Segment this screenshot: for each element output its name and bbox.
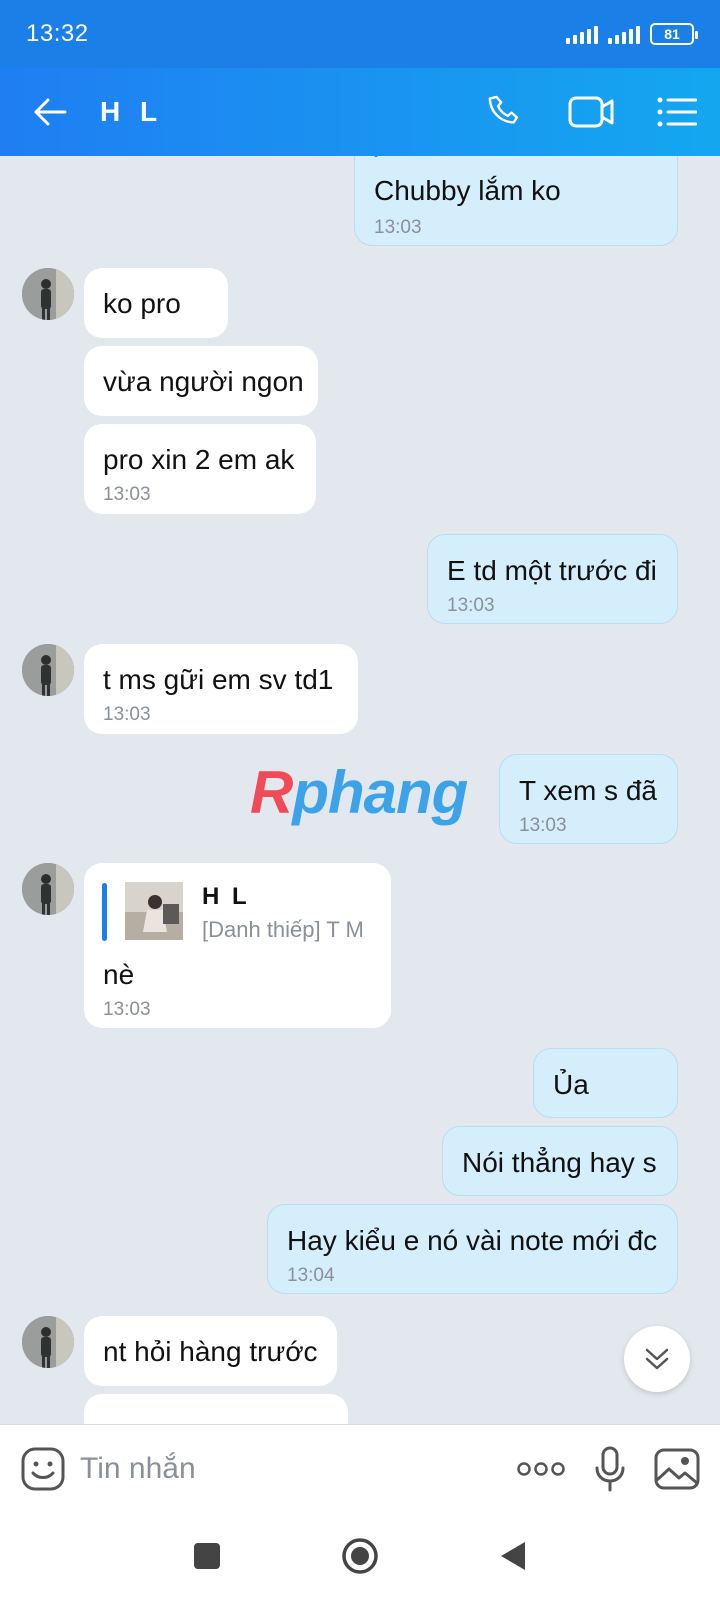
message-text: ko pro xyxy=(103,288,181,319)
double-chevron-down-icon xyxy=(645,1348,669,1370)
status-time: 13:32 xyxy=(26,20,89,47)
arrow-left-icon xyxy=(34,98,67,126)
message-bubble-received[interactable]: nt hỏi hàng trước xyxy=(84,1316,337,1386)
circle-icon xyxy=(342,1538,378,1574)
message-time: 13:03 xyxy=(103,484,151,505)
nav-back-button[interactable] xyxy=(499,1540,527,1572)
back-button[interactable] xyxy=(0,68,100,156)
message-list[interactable]: Chubby lắm ko 13:03 ko pro vừa người ngo… xyxy=(0,156,720,1424)
battery-level: 81 xyxy=(664,26,680,42)
image-picker-button[interactable] xyxy=(654,1448,700,1490)
sticker-smile-icon xyxy=(21,1447,65,1490)
home-button[interactable] xyxy=(341,1537,379,1575)
message-time: 13:03 xyxy=(447,595,495,616)
phone-icon xyxy=(488,95,519,124)
status-bar: 13:32 81 xyxy=(0,0,720,68)
chat-header: H L xyxy=(0,68,720,156)
message-bubble-sent[interactable]: E td một trước đi 13:03 xyxy=(427,534,678,624)
message-text: Hay kiểu e nó vài note mới đc xyxy=(287,1225,658,1256)
message-text: T xem s đã xyxy=(519,775,657,806)
message-bubble-sent[interactable]: T xem s đã 13:03 xyxy=(499,754,678,844)
person-photo-icon xyxy=(22,1316,74,1368)
person-photo-icon xyxy=(22,268,74,320)
quote-marker xyxy=(374,156,378,157)
quote-bar xyxy=(102,883,107,941)
message-input[interactable]: Tin nhắn xyxy=(80,1452,196,1486)
message-bubble-sent[interactable]: Ủa xyxy=(533,1048,678,1118)
video-call-button[interactable] xyxy=(548,68,634,156)
more-dots-icon xyxy=(517,1461,565,1476)
call-button[interactable] xyxy=(462,68,548,156)
card-contact-name: H L xyxy=(202,883,250,910)
message-text: Ủa xyxy=(553,1069,589,1100)
message-text: Chubby lắm ko xyxy=(374,175,561,206)
contact-avatar[interactable] xyxy=(22,863,74,915)
signal-icon xyxy=(566,24,598,44)
message-time: 13:03 xyxy=(103,999,151,1020)
voice-record-button[interactable] xyxy=(594,1446,626,1492)
signal-icon xyxy=(608,24,640,44)
message-time: 13:03 xyxy=(519,815,567,836)
message-text: Nói thẳng hay s xyxy=(462,1147,657,1178)
emoji-button[interactable] xyxy=(20,1446,66,1492)
microphone-icon xyxy=(595,1446,625,1491)
message-text: nt hỏi hàng trước xyxy=(103,1336,318,1367)
message-bubble-received[interactable]: ko pro xyxy=(84,268,228,338)
scroll-to-bottom-button[interactable] xyxy=(624,1326,690,1392)
message-text: pro xin 2 em ak xyxy=(103,444,295,475)
video-camera-icon xyxy=(568,96,614,128)
card-avatar[interactable] xyxy=(125,882,183,940)
image-icon xyxy=(654,1448,700,1489)
contact-avatar[interactable] xyxy=(22,644,74,696)
message-composer: Tin nhắn xyxy=(0,1424,720,1512)
contact-avatar[interactable] xyxy=(22,268,74,320)
battery-icon: 81 xyxy=(650,23,698,45)
profile-photo-icon xyxy=(125,882,183,940)
person-photo-icon xyxy=(22,644,74,696)
message-time: 13:04 xyxy=(287,1265,335,1286)
message-time: 13:03 xyxy=(103,704,151,725)
message-bubble-received[interactable]: pro xin 2 em ak 13:03 xyxy=(84,424,316,514)
message-bubble-received[interactable] xyxy=(84,1394,348,1424)
list-menu-icon xyxy=(657,97,697,127)
message-bubble-received[interactable]: vừa người ngon xyxy=(84,346,318,416)
message-bubble-sent[interactable]: Chubby lắm ko 13:03 xyxy=(354,156,678,246)
message-bubble-sent[interactable]: Nói thẳng hay s xyxy=(442,1126,678,1196)
contact-name[interactable]: H L xyxy=(100,96,163,128)
square-icon xyxy=(194,1543,220,1569)
message-text: nè xyxy=(103,959,135,990)
menu-button[interactable] xyxy=(634,68,720,156)
message-bubble-received[interactable]: t ms gữi em sv td1 13:03 xyxy=(84,644,358,734)
message-text: E td một trước đi xyxy=(447,555,657,586)
triangle-back-icon xyxy=(501,1542,525,1570)
message-time: 13:03 xyxy=(374,217,422,238)
message-text: t ms gữi em sv td1 xyxy=(103,664,334,695)
contact-card-message[interactable]: H L [Danh thiếp] T M nè 13:03 xyxy=(84,863,391,1028)
system-nav-bar xyxy=(0,1512,720,1600)
card-contact-desc: [Danh thiếp] T M xyxy=(202,917,364,942)
message-bubble-sent[interactable]: Hay kiểu e nó vài note mới đc 13:04 xyxy=(267,1204,678,1294)
watermark-logo: Rphang xyxy=(250,759,468,826)
recent-apps-button[interactable] xyxy=(193,1542,221,1570)
contact-avatar[interactable] xyxy=(22,1316,74,1368)
message-text: vừa người ngon xyxy=(103,366,304,397)
more-options-button[interactable] xyxy=(516,1461,566,1477)
person-photo-icon xyxy=(22,863,74,915)
